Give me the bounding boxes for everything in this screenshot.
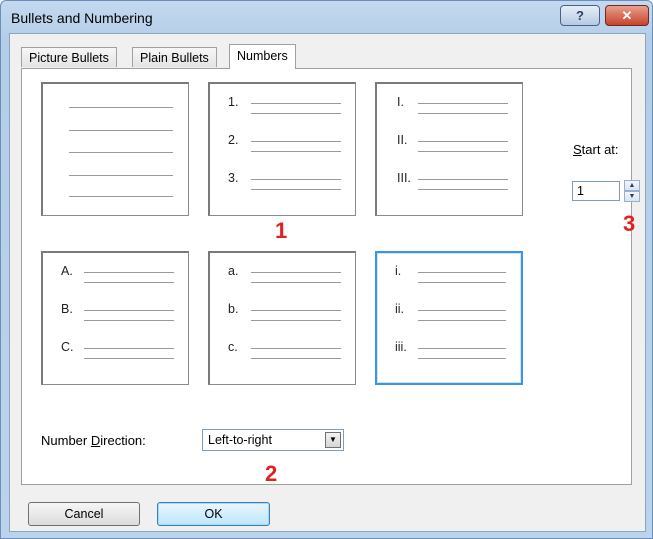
swatch-line: [418, 282, 506, 283]
marker: 1.: [228, 95, 239, 109]
number-direction-label: Number Direction:: [41, 433, 146, 448]
marker: A.: [61, 264, 73, 278]
swatch-line: [251, 151, 341, 152]
marker: b.: [228, 302, 239, 316]
marker: i.: [395, 264, 402, 278]
callout-1: 1: [275, 218, 288, 243]
swatch-line: [84, 358, 174, 359]
swatch-line: [251, 113, 341, 114]
swatch-line: [418, 358, 506, 359]
style-lower-roman-swatch[interactable]: i. ii. iii.: [375, 251, 523, 385]
swatch-line: [69, 175, 173, 176]
window-title: Bullets and Numbering: [11, 10, 153, 26]
swatch-line: [418, 320, 506, 321]
swatch-line: [69, 196, 173, 197]
swatch-line: [418, 189, 508, 190]
swatch-line: [84, 348, 174, 349]
marker: III.: [397, 171, 411, 185]
close-icon: ✕: [621, 8, 633, 23]
swatch-line: [84, 282, 174, 283]
swatch-line: [251, 282, 341, 283]
swatch-line: [251, 141, 341, 142]
spin-down-button[interactable]: ▼: [624, 191, 640, 202]
swatch-line: [251, 179, 341, 180]
style-none-swatch[interactable]: [41, 82, 189, 216]
marker: iii.: [395, 340, 407, 354]
swatch-line: [251, 272, 341, 273]
marker: B.: [61, 302, 73, 316]
marker: I.: [397, 95, 404, 109]
start-at-label-rest: tart at:: [581, 142, 619, 157]
marker: a.: [228, 264, 239, 278]
number-direction-label-before: Number: [41, 433, 91, 448]
number-direction-label-after: irection:: [100, 433, 146, 448]
swatch-line: [84, 310, 174, 311]
tab-numbers[interactable]: Numbers: [229, 44, 296, 69]
swatch-line: [69, 107, 173, 108]
cancel-button[interactable]: Cancel: [28, 502, 140, 526]
help-icon: ?: [576, 8, 584, 23]
marker: c.: [228, 340, 238, 354]
swatch-line: [84, 320, 174, 321]
swatch-line: [84, 272, 174, 273]
dropdown-arrow-button[interactable]: ▼: [325, 432, 341, 448]
swatch-line: [251, 189, 341, 190]
start-at-spinner: ▲ ▼: [624, 180, 640, 202]
close-button[interactable]: ✕: [605, 5, 649, 26]
swatch-line: [251, 358, 341, 359]
numbers-panel: 1. 2. 3. I. II. III. A. B. C. a. b. c. i…: [21, 68, 640, 486]
start-at-label: Start at:: [573, 142, 619, 157]
swatch-line: [418, 113, 508, 114]
swatch-line: [418, 179, 508, 180]
swatch-line: [251, 348, 341, 349]
number-direction-dropdown[interactable]: Left-to-right ▼: [202, 429, 344, 451]
swatch-line: [418, 103, 508, 104]
style-arabic-swatch[interactable]: 1. 2. 3.: [208, 82, 356, 216]
start-at-input[interactable]: [572, 181, 620, 201]
swatch-line: [69, 152, 173, 153]
swatch-line: [251, 320, 341, 321]
tab-picture-bullets[interactable]: Picture Bullets: [21, 47, 117, 67]
marker: II.: [397, 133, 408, 147]
swatch-line: [69, 130, 173, 131]
chevron-down-icon: ▼: [628, 193, 636, 200]
marker: ii.: [395, 302, 405, 316]
swatch-line: [251, 103, 341, 104]
chevron-down-icon: ▼: [329, 435, 337, 444]
marker: 2.: [228, 133, 239, 147]
callout-3: 3: [623, 211, 636, 236]
spin-up-button[interactable]: ▲: [624, 180, 640, 191]
start-at-accel: S: [573, 142, 582, 157]
style-upper-alpha-swatch[interactable]: A. B. C.: [41, 251, 189, 385]
swatch-line: [418, 272, 506, 273]
style-lower-alpha-swatch[interactable]: a. b. c.: [208, 251, 356, 385]
ok-button[interactable]: OK: [157, 502, 270, 526]
title-bar[interactable]: Bullets and Numbering ? ✕: [1, 1, 652, 33]
style-upper-roman-swatch[interactable]: I. II. III.: [375, 82, 523, 216]
bullets-numbering-dialog: Bullets and Numbering ? ✕ Picture Bullet…: [0, 0, 653, 539]
marker: C.: [61, 340, 74, 354]
swatch-line: [418, 151, 508, 152]
dialog-client-area: Picture Bullets Plain Bullets Numbers 1.…: [9, 33, 646, 532]
number-direction-accel: D: [90, 433, 101, 448]
swatch-line: [251, 310, 341, 311]
swatch-line: [418, 141, 508, 142]
number-direction-value: Left-to-right: [208, 433, 272, 447]
callout-2: 2: [265, 461, 278, 486]
swatch-line: [418, 348, 506, 349]
swatch-line: [418, 310, 506, 311]
marker: 3.: [228, 171, 239, 185]
chevron-up-icon: ▲: [628, 182, 636, 189]
tab-plain-bullets[interactable]: Plain Bullets: [132, 47, 217, 67]
help-button[interactable]: ?: [560, 5, 600, 26]
